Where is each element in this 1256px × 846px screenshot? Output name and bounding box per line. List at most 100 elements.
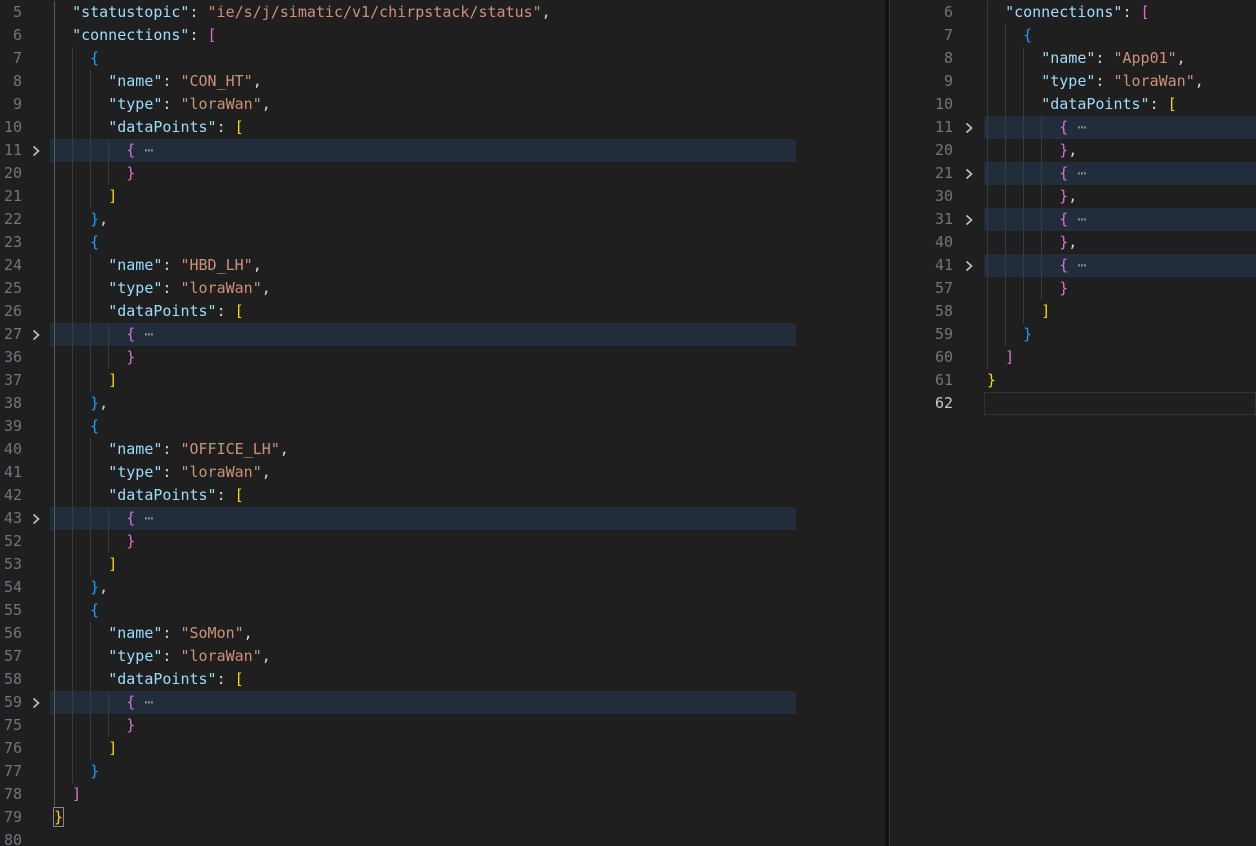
fold-chevron-icon[interactable] xyxy=(961,120,977,136)
line-content[interactable]: } xyxy=(50,760,885,783)
line-content[interactable]: "dataPoints": [ xyxy=(50,116,885,139)
code-line[interactable]: 58] xyxy=(890,300,1256,323)
line-content[interactable]: "connections": [ xyxy=(50,24,885,47)
code-line[interactable]: 80 xyxy=(0,829,885,846)
code-line[interactable]: 40"name": "OFFICE_LH", xyxy=(0,438,885,461)
editor-pane-right[interactable]: 6"connections": [7{8"name": "App01",9"ty… xyxy=(890,0,1256,846)
line-content[interactable] xyxy=(50,829,885,846)
line-content[interactable]: "type": "loraWan", xyxy=(984,70,1256,93)
line-content[interactable]: "name": "HBD_LH", xyxy=(50,254,885,277)
code-line[interactable]: 8"name": "CON_HT", xyxy=(0,70,885,93)
line-content[interactable]: { ⋯ xyxy=(984,116,1256,139)
line-content[interactable]: "name": "SoMon", xyxy=(50,622,885,645)
code-line[interactable]: 60] xyxy=(890,346,1256,369)
line-content[interactable]: "type": "loraWan", xyxy=(50,93,885,116)
line-content[interactable]: ] xyxy=(50,369,885,392)
line-content[interactable]: { xyxy=(50,599,885,622)
code-line[interactable]: 21] xyxy=(0,185,885,208)
line-content[interactable]: }, xyxy=(50,392,885,415)
code-line[interactable]: 31{ ⋯ xyxy=(890,208,1256,231)
line-content[interactable]: { ⋯ xyxy=(50,691,885,714)
code-line[interactable]: 39{ xyxy=(0,415,885,438)
code-line[interactable]: 37] xyxy=(0,369,885,392)
code-line[interactable]: 76] xyxy=(0,737,885,760)
fold-chevron-icon[interactable] xyxy=(961,258,977,274)
line-content[interactable]: "dataPoints": [ xyxy=(984,93,1256,116)
code-line[interactable]: 10"dataPoints": [ xyxy=(890,93,1256,116)
line-content[interactable]: }, xyxy=(984,231,1256,254)
code-line[interactable]: 38}, xyxy=(0,392,885,415)
code-line[interactable]: 7{ xyxy=(0,47,885,70)
fold-chevron-icon[interactable] xyxy=(961,212,977,228)
code-line[interactable]: 5"statustopic": "ie/s/j/simatic/v1/chirp… xyxy=(0,1,885,24)
line-content[interactable]: } xyxy=(984,369,1256,392)
line-content[interactable]: } xyxy=(984,323,1256,346)
code-line[interactable]: 57} xyxy=(890,277,1256,300)
line-content[interactable]: "dataPoints": [ xyxy=(50,300,885,323)
line-content[interactable]: { ⋯ xyxy=(50,139,885,162)
code-line[interactable]: 30}, xyxy=(890,185,1256,208)
code-line[interactable]: 62 xyxy=(890,392,1256,415)
code-line[interactable]: 36} xyxy=(0,346,885,369)
line-content[interactable]: { ⋯ xyxy=(984,208,1256,231)
line-content[interactable]: { ⋯ xyxy=(984,254,1256,277)
code-line[interactable]: 20} xyxy=(0,162,885,185)
line-content[interactable]: { xyxy=(50,415,885,438)
fold-chevron-icon[interactable] xyxy=(961,166,977,182)
code-line[interactable]: 75} xyxy=(0,714,885,737)
line-content[interactable]: }, xyxy=(984,185,1256,208)
code-line[interactable]: 61} xyxy=(890,369,1256,392)
line-content[interactable]: ] xyxy=(50,737,885,760)
fold-chevron-icon[interactable] xyxy=(28,695,44,711)
line-content[interactable]: "dataPoints": [ xyxy=(50,484,885,507)
line-content[interactable]: { ⋯ xyxy=(50,323,885,346)
line-content[interactable]: ] xyxy=(50,783,885,806)
line-content[interactable]: "type": "loraWan", xyxy=(50,277,885,300)
fold-chevron-icon[interactable] xyxy=(28,143,44,159)
line-content[interactable]: } xyxy=(50,530,885,553)
line-content[interactable]: } xyxy=(50,162,885,185)
line-content[interactable]: "name": "CON_HT", xyxy=(50,70,885,93)
code-line[interactable]: 42"dataPoints": [ xyxy=(0,484,885,507)
code-line[interactable]: 11{ ⋯ xyxy=(890,116,1256,139)
code-line[interactable]: 11{ ⋯ xyxy=(0,139,885,162)
code-line[interactable]: 59} xyxy=(890,323,1256,346)
code-line[interactable]: 8"name": "App01", xyxy=(890,47,1256,70)
code-line[interactable]: 6"connections": [ xyxy=(0,24,885,47)
code-line[interactable]: 79} xyxy=(0,806,885,829)
editor-pane-left[interactable]: 5"statustopic": "ie/s/j/simatic/v1/chirp… xyxy=(0,0,885,846)
line-content[interactable]: }, xyxy=(50,208,885,231)
line-content[interactable]: }, xyxy=(984,139,1256,162)
code-line[interactable]: 9"type": "loraWan", xyxy=(890,70,1256,93)
code-line[interactable]: 9"type": "loraWan", xyxy=(0,93,885,116)
line-content[interactable]: { ⋯ xyxy=(50,507,885,530)
line-content[interactable]: { xyxy=(984,24,1256,47)
line-content[interactable]: { ⋯ xyxy=(984,162,1256,185)
line-content[interactable]: "dataPoints": [ xyxy=(50,668,885,691)
code-line[interactable]: 27{ ⋯ xyxy=(0,323,885,346)
code-line[interactable]: 58"dataPoints": [ xyxy=(0,668,885,691)
code-line[interactable]: 41"type": "loraWan", xyxy=(0,461,885,484)
line-content[interactable]: } xyxy=(984,277,1256,300)
code-line[interactable]: 21{ ⋯ xyxy=(890,162,1256,185)
line-content[interactable]: { xyxy=(50,231,885,254)
code-line[interactable]: 10"dataPoints": [ xyxy=(0,116,885,139)
code-line[interactable]: 24"name": "HBD_LH", xyxy=(0,254,885,277)
fold-chevron-icon[interactable] xyxy=(28,511,44,527)
code-line[interactable]: 22}, xyxy=(0,208,885,231)
line-content[interactable]: } xyxy=(50,714,885,737)
line-content[interactable]: } xyxy=(50,346,885,369)
line-content[interactable]: "name": "OFFICE_LH", xyxy=(50,438,885,461)
code-line[interactable]: 40}, xyxy=(890,231,1256,254)
code-line[interactable]: 41{ ⋯ xyxy=(890,254,1256,277)
code-line[interactable]: 43{ ⋯ xyxy=(0,507,885,530)
code-line[interactable]: 6"connections": [ xyxy=(890,1,1256,24)
line-content[interactable]: }, xyxy=(50,576,885,599)
code-line[interactable]: 52} xyxy=(0,530,885,553)
line-content[interactable]: "name": "App01", xyxy=(984,47,1256,70)
code-line[interactable]: 26"dataPoints": [ xyxy=(0,300,885,323)
code-line[interactable]: 56"name": "SoMon", xyxy=(0,622,885,645)
line-content[interactable]: "type": "loraWan", xyxy=(50,645,885,668)
code-line[interactable]: 23{ xyxy=(0,231,885,254)
code-line[interactable]: 53] xyxy=(0,553,885,576)
